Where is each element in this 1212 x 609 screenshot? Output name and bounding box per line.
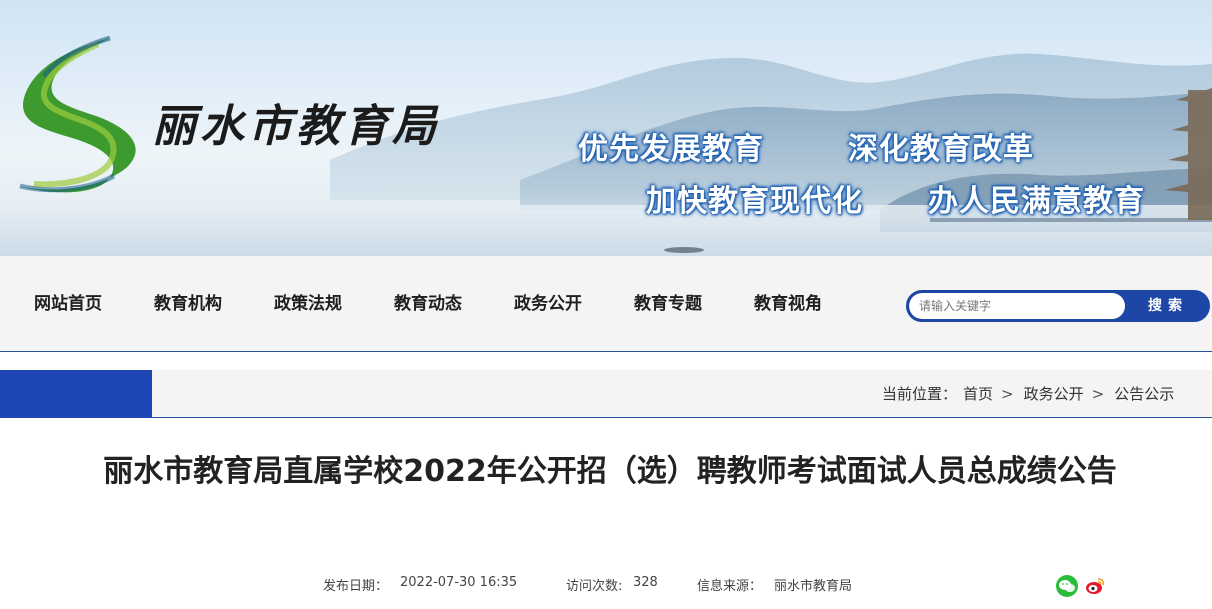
breadcrumb-item-government-affairs[interactable]: 政务公开: [1024, 385, 1084, 403]
breadcrumb-prefix: 当前位置：: [882, 385, 958, 403]
nav-item-institutions[interactable]: 教育机构: [154, 256, 222, 352]
section-color-block: [0, 370, 152, 418]
breadcrumb-separator: >: [1091, 385, 1105, 403]
search-button[interactable]: 搜索: [1129, 293, 1207, 319]
nav-item-government-affairs[interactable]: 政务公开: [514, 256, 582, 352]
breadcrumb: 当前位置： 首页 > 政务公开 > 公告公示: [882, 370, 1180, 418]
breadcrumb-item-home[interactable]: 首页: [963, 385, 993, 403]
nav-item-policies[interactable]: 政策法规: [274, 256, 342, 352]
slogan-1: 优先发展教育: [578, 132, 764, 167]
nav-item-news[interactable]: 教育动态: [394, 256, 462, 352]
nav-item-topics[interactable]: 教育专题: [634, 256, 702, 352]
publish-date-label: 发布日期：: [323, 579, 389, 594]
header-banner: 丽水市教育局 优先发展教育 深化教育改革 加快教育现代化 办人民满意教育: [0, 0, 1212, 256]
slogan-4: 办人民满意教育: [928, 184, 1145, 219]
slogan-2: 深化教育改革: [848, 132, 1034, 167]
breadcrumb-item-announcements[interactable]: 公告公示: [1114, 385, 1174, 403]
breadcrumb-band: 当前位置： 首页 > 政务公开 > 公告公示: [0, 370, 1212, 418]
article-title: 丽水市教育局直属学校2022年公开招（选）聘教师考试面试人员总成绩公告: [103, 454, 1117, 489]
wechat-icon[interactable]: [1056, 575, 1078, 597]
view-count: 328: [633, 575, 658, 590]
nav-item-perspective[interactable]: 教育视角: [754, 256, 822, 352]
info-source: 丽水市教育局: [774, 579, 853, 594]
main-nav: 网站首页 教育机构 政策法规 教育动态 政务公开 教育专题 教育视角 搜索: [0, 256, 1212, 352]
weibo-icon[interactable]: [1084, 575, 1106, 597]
nav-item-home[interactable]: 网站首页: [34, 256, 102, 352]
slogan-3: 加快教育现代化: [646, 184, 863, 219]
site-name: 丽水市教育局: [152, 101, 440, 152]
site-logo-icon[interactable]: [14, 36, 146, 198]
search-bar: 搜索: [906, 290, 1210, 322]
breadcrumb-separator: >: [1001, 385, 1014, 403]
publish-date: 2022-07-30 16:35: [400, 575, 518, 590]
view-count-label: 访问次数:: [566, 579, 623, 594]
search-input[interactable]: [909, 293, 1125, 319]
info-source-label: 信息来源：: [697, 579, 763, 594]
